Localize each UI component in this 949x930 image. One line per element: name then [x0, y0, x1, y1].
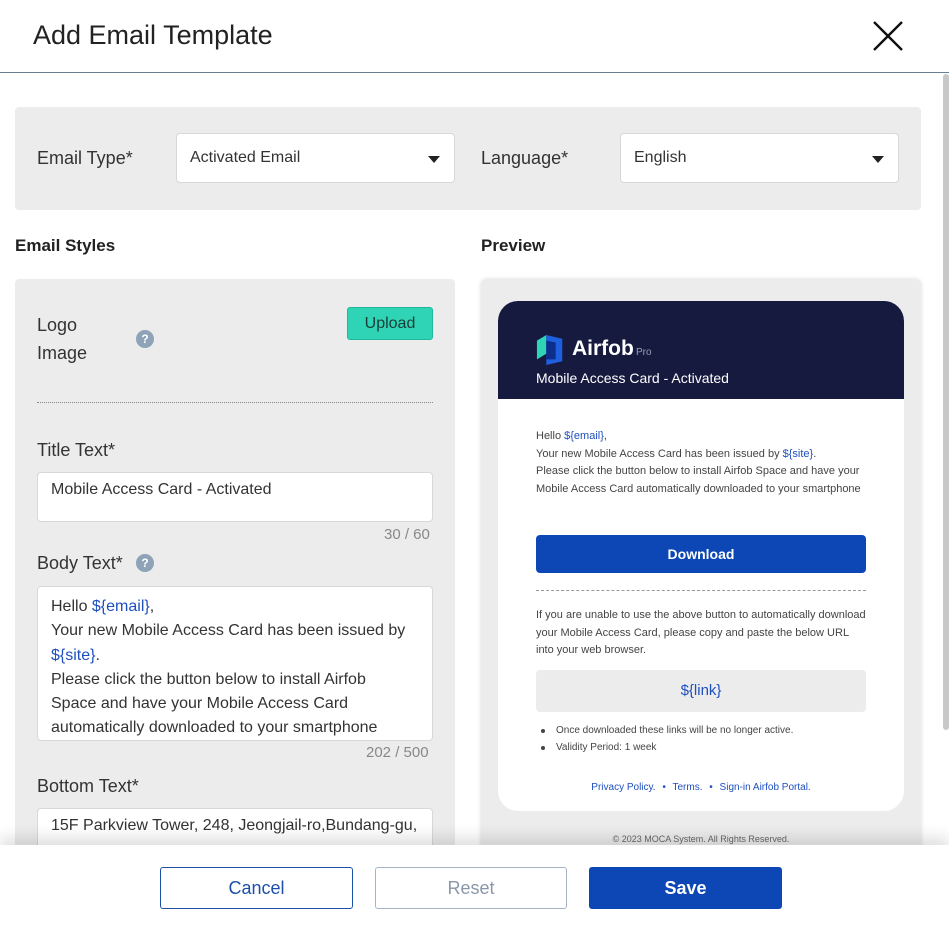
- list-item: Validity Period: 1 week: [536, 739, 866, 756]
- preview-comma: ,: [603, 430, 607, 442]
- email-preview-header: Airfob Pro Mobile Access Card - Activate…: [498, 301, 904, 399]
- upload-button[interactable]: Upload: [347, 307, 433, 340]
- email-preview-card: Airfob Pro Mobile Access Card - Activate…: [498, 301, 904, 811]
- copyright: © 2023 MOCA System. All Rights Reserved.: [612, 834, 790, 844]
- preview-line: Your new Mobile Access Card has been iss…: [536, 447, 783, 460]
- body-comma: ,: [149, 598, 155, 615]
- bottom-text-label: Bottom Text*: [37, 776, 139, 796]
- body-period: .: [95, 646, 100, 664]
- body-line: Please click the button below to install…: [51, 670, 366, 688]
- site-variable: ${site}: [782, 447, 814, 460]
- divider: [37, 402, 433, 403]
- email-variable: ${email}: [91, 598, 150, 615]
- preview-footer-links: Privacy Policy. • Terms. • Sign-in Airfo…: [498, 782, 904, 793]
- close-icon[interactable]: [870, 18, 906, 54]
- site-variable: ${site}: [51, 646, 96, 664]
- preview-heading: Preview: [481, 236, 546, 255]
- preview-panel: Airfob Pro Mobile Access Card - Activate…: [481, 279, 921, 859]
- dialog-header: Add Email Template: [0, 0, 949, 73]
- email-variable: ${email}: [564, 430, 604, 442]
- reset-button[interactable]: Reset: [375, 867, 567, 909]
- help-icon[interactable]: ?: [136, 330, 154, 348]
- terms-link[interactable]: Terms.: [672, 782, 702, 793]
- body-text-counter: 202 / 500: [366, 744, 429, 761]
- dialog-title: Add Email Template: [33, 20, 273, 50]
- download-button[interactable]: Download: [536, 535, 866, 573]
- email-type-select[interactable]: Activated Email: [176, 133, 455, 183]
- bottom-text-value: 15F Parkview Tower, 248, Jeongjail-ro,Bu…: [51, 817, 418, 834]
- preview-line: Please click the button below to install…: [536, 465, 861, 495]
- preview-note: If you are unable to use the above butto…: [536, 609, 866, 656]
- preview-bullets: Once downloaded these links will be no l…: [536, 722, 866, 756]
- airfob-logo-icon: [536, 335, 563, 365]
- separator: •: [709, 782, 713, 793]
- privacy-policy-link[interactable]: Privacy Policy.: [591, 782, 655, 793]
- email-type-label: Email Type*: [37, 148, 133, 168]
- vertical-scrollbar[interactable]: [943, 74, 949, 730]
- separator: •: [662, 782, 666, 793]
- preview-card-title: Mobile Access Card - Activated: [536, 370, 729, 386]
- title-text-label: Title Text*: [37, 440, 116, 460]
- body-text-label: Body Text*: [37, 553, 123, 573]
- email-styles-panel: Logo Image ? Upload Title Text* Mobile A…: [15, 279, 455, 859]
- action-bar: Cancel Reset Save: [0, 845, 949, 930]
- caret-down-icon: [428, 156, 440, 163]
- template-type-bar: Email Type* Activated Email Language* En…: [15, 107, 921, 210]
- language-select[interactable]: English: [620, 133, 899, 183]
- title-text-value: Mobile Access Card - Activated: [51, 481, 272, 498]
- logo-label-line1: Logo: [37, 315, 78, 335]
- preview-body: Hello ${email}, Your new Mobile Access C…: [536, 428, 866, 498]
- body-line: Space and have your Mobile Access Card: [51, 695, 349, 713]
- preview-hello: Hello: [536, 430, 565, 442]
- body-line: automatically downloaded to your smartph…: [51, 719, 378, 737]
- body-text-input[interactable]: Hello ${email}, Your new Mobile Access C…: [37, 586, 433, 741]
- link-variable-box: ${link}: [536, 670, 866, 712]
- email-type-value: Activated Email: [190, 149, 301, 166]
- save-button[interactable]: Save: [589, 867, 782, 909]
- body-hello: Hello: [51, 598, 92, 615]
- language-value: English: [634, 149, 687, 166]
- brand-name: Airfob: [572, 337, 634, 360]
- cancel-button[interactable]: Cancel: [160, 867, 353, 909]
- caret-down-icon: [872, 156, 884, 163]
- email-styles-heading: Email Styles: [15, 236, 116, 255]
- logo-label-line2: Image: [37, 343, 88, 363]
- preview-period: .: [813, 447, 817, 460]
- sign-in-portal-link[interactable]: Sign-in Airfob Portal.: [720, 782, 811, 793]
- title-text-counter: 30 / 60: [384, 526, 430, 543]
- brand-tier: Pro: [636, 347, 652, 358]
- help-icon[interactable]: ?: [136, 554, 154, 572]
- title-text-input[interactable]: Mobile Access Card - Activated: [37, 472, 433, 522]
- divider: [536, 590, 866, 591]
- language-label: Language*: [481, 148, 569, 168]
- list-item: Once downloaded these links will be no l…: [536, 722, 866, 739]
- body-line: Your new Mobile Access Card has been iss…: [51, 622, 406, 640]
